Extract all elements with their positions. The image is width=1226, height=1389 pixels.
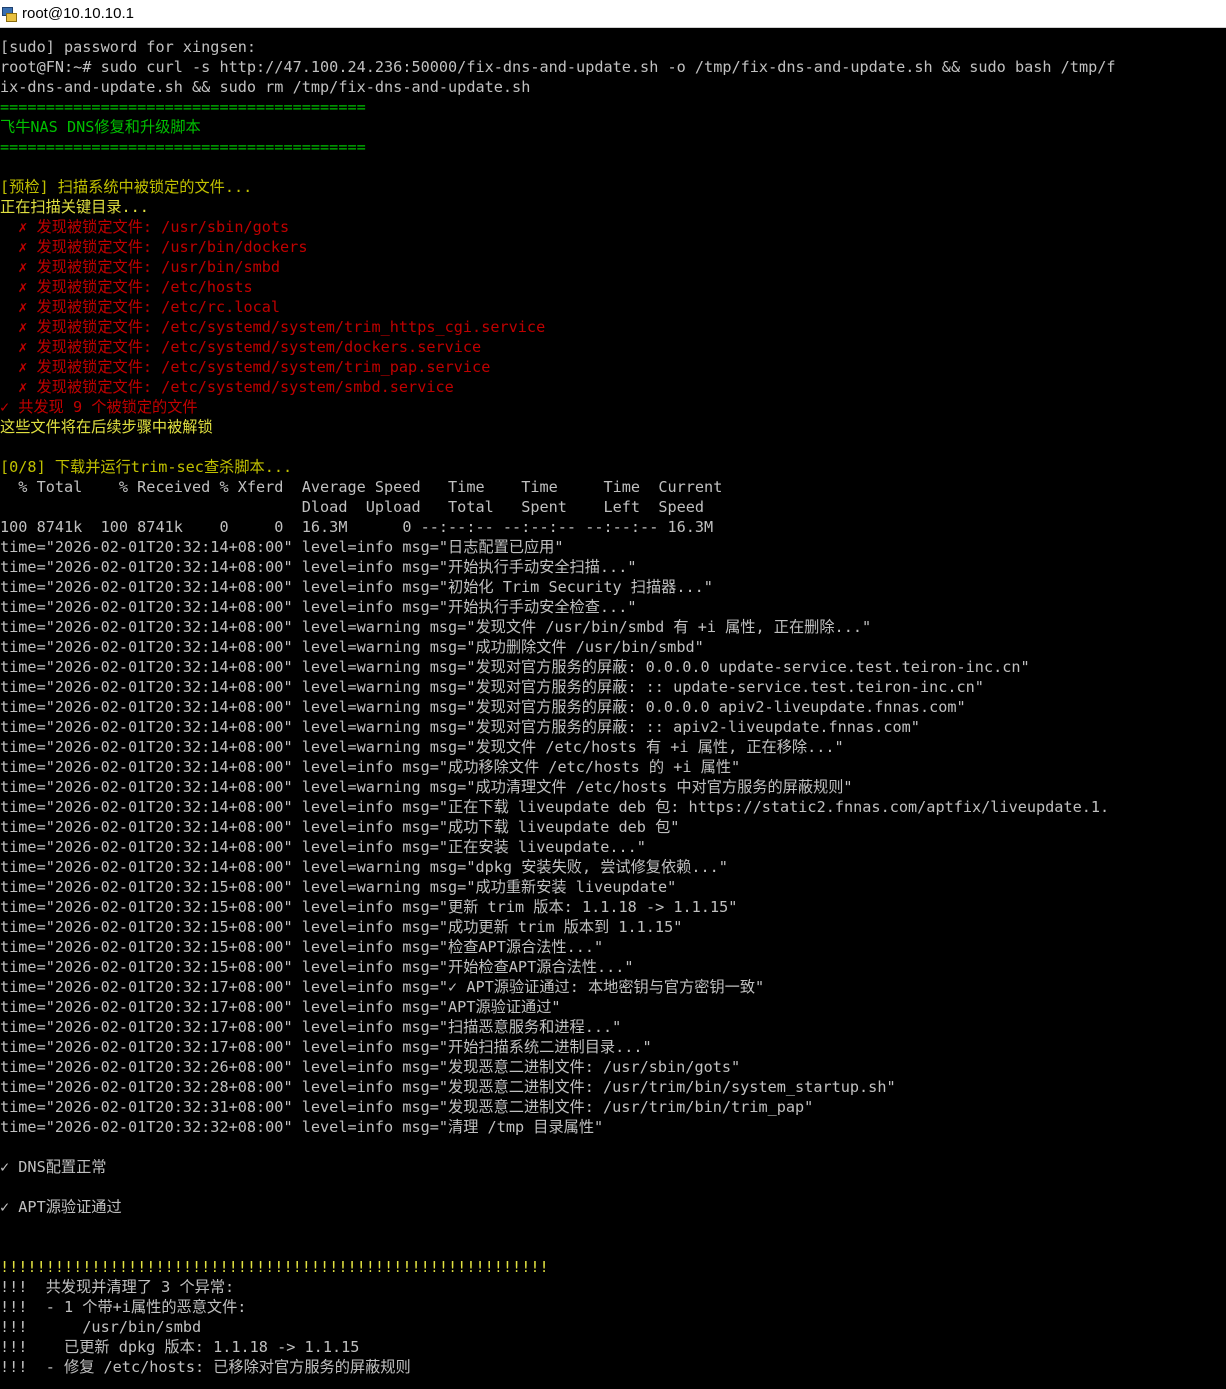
- terminal-line: time="2026-02-01T20:32:14+08:00" level=i…: [0, 798, 1110, 816]
- terminal-line: time="2026-02-01T20:32:15+08:00" level=i…: [0, 918, 683, 936]
- terminal-line: [sudo] password for xingsen:: [0, 38, 257, 56]
- terminal-line: 正在扫描关键目录...: [0, 198, 149, 216]
- terminal-line: !!! 已更新 dpkg 版本: 1.1.18 -> 1.1.15: [0, 1338, 360, 1356]
- terminal-line: Dload Upload Total Spent Left Speed: [0, 498, 705, 516]
- terminal-line: time="2026-02-01T20:32:14+08:00" level=i…: [0, 758, 741, 776]
- terminal-line: time="2026-02-01T20:32:14+08:00" level=w…: [0, 698, 966, 716]
- terminal-line: time="2026-02-01T20:32:14+08:00" level=w…: [0, 858, 728, 876]
- terminal-line: !!! /usr/bin/smbd: [0, 1318, 202, 1336]
- terminal-line: ✓ APT源验证通过: [0, 1198, 122, 1216]
- terminal-line: time="2026-02-01T20:32:14+08:00" level=i…: [0, 578, 713, 596]
- terminal-line: ✗ 发现被锁定文件: /etc/systemd/system/smbd.serv…: [0, 378, 454, 396]
- terminal-line: time="2026-02-01T20:32:31+08:00" level=i…: [0, 1098, 814, 1116]
- terminal-line: ✗ 发现被锁定文件: /usr/bin/smbd: [0, 258, 281, 276]
- terminal-line: ✗ 发现被锁定文件: /etc/rc.local: [0, 298, 281, 316]
- window-title: root@10.10.10.1: [22, 5, 134, 22]
- terminal-line: !!! - 1 个带+i属性的恶意文件:: [0, 1298, 247, 1316]
- terminal-line: !!!!!!!!!!!!!!!!!!!!!!!!!!!!!!!!!!!!!!!!…: [0, 1258, 549, 1276]
- terminal-line: ✓ DNS配置正常: [0, 1158, 107, 1176]
- terminal-line: time="2026-02-01T20:32:14+08:00" level=i…: [0, 838, 646, 856]
- terminal-line: time="2026-02-01T20:32:14+08:00" level=w…: [0, 738, 844, 756]
- terminal-line: ✓ 共发现 9 个被锁定的文件: [0, 398, 198, 416]
- terminal-line: time="2026-02-01T20:32:17+08:00" level=i…: [0, 998, 561, 1016]
- terminal-line: [0/8] 下载并运行trim-sec查杀脚本...: [0, 458, 293, 476]
- terminal-line: ix-dns-and-update.sh && sudo rm /tmp/fix…: [0, 78, 531, 96]
- terminal-line: ✗ 发现被锁定文件: /etc/hosts: [0, 278, 253, 296]
- terminal-line: time="2026-02-01T20:32:14+08:00" level=i…: [0, 538, 564, 556]
- terminal-line: 这些文件将在后续步骤中被解锁: [0, 418, 213, 436]
- terminal-line: ✗ 发现被锁定文件: /usr/bin/dockers: [0, 238, 308, 256]
- terminal-line: time="2026-02-01T20:32:14+08:00" level=w…: [0, 658, 1030, 676]
- terminal-line: time="2026-02-01T20:32:32+08:00" level=i…: [0, 1118, 604, 1136]
- terminal-line: time="2026-02-01T20:32:15+08:00" level=w…: [0, 878, 677, 896]
- terminal-line: [预检] 扫描系统中被锁定的文件...: [0, 178, 253, 196]
- terminal-line: time="2026-02-01T20:32:14+08:00" level=w…: [0, 778, 853, 796]
- terminal-line: 飞牛NAS DNS修复和升级脚本: [0, 118, 201, 136]
- terminal-line: time="2026-02-01T20:32:14+08:00" level=w…: [0, 618, 872, 636]
- terminal-line: ✗ 发现被锁定文件: /etc/systemd/system/trim_pap.…: [0, 358, 491, 376]
- terminal-line: time="2026-02-01T20:32:26+08:00" level=i…: [0, 1058, 741, 1076]
- terminal-line: !!! 共发现并清理了 3 个异常:: [0, 1278, 235, 1296]
- terminal-line: time="2026-02-01T20:32:14+08:00" level=w…: [0, 638, 704, 656]
- terminal-line: time="2026-02-01T20:32:14+08:00" level=w…: [0, 678, 984, 696]
- terminal-line: ✗ 发现被锁定文件: /etc/systemd/system/dockers.s…: [0, 338, 482, 356]
- terminal-line: ========================================: [0, 98, 366, 116]
- terminal-output[interactable]: [sudo] password for xingsen: root@FN:~# s…: [0, 37, 1226, 1377]
- terminal-line: ✗ 发现被锁定文件: /usr/sbin/gots: [0, 218, 290, 236]
- terminal-line: time="2026-02-01T20:32:14+08:00" level=w…: [0, 718, 920, 736]
- terminal-line: time="2026-02-01T20:32:15+08:00" level=i…: [0, 938, 604, 956]
- terminal-line: time="2026-02-01T20:32:17+08:00" level=i…: [0, 978, 765, 996]
- window-titlebar[interactable]: root@10.10.10.1: [0, 0, 1226, 28]
- terminal-line: time="2026-02-01T20:32:14+08:00" level=i…: [0, 558, 637, 576]
- terminal-line: time="2026-02-01T20:32:17+08:00" level=i…: [0, 1038, 652, 1056]
- terminal-line: time="2026-02-01T20:32:15+08:00" level=i…: [0, 898, 738, 916]
- terminal-line: 100 8741k 100 8741k 0 0 16.3M 0 --:--:--…: [0, 518, 714, 536]
- terminal-line: % Total % Received % Xferd Average Speed…: [0, 478, 723, 496]
- terminal-line: time="2026-02-01T20:32:14+08:00" level=i…: [0, 818, 680, 836]
- terminal-line: time="2026-02-01T20:32:15+08:00" level=i…: [0, 958, 634, 976]
- terminal-line: root@FN:~# sudo curl -s http://47.100.24…: [0, 58, 1116, 76]
- terminal-line: ========================================: [0, 138, 366, 156]
- terminal-line: time="2026-02-01T20:32:28+08:00" level=i…: [0, 1078, 896, 1096]
- terminal-line: time="2026-02-01T20:32:17+08:00" level=i…: [0, 1018, 622, 1036]
- terminal-line: !!! - 修复 /etc/hosts: 已移除对官方服务的屏蔽规则: [0, 1358, 411, 1376]
- terminal-line: ✗ 发现被锁定文件: /etc/systemd/system/trim_http…: [0, 318, 546, 336]
- putty-app-icon[interactable]: [2, 6, 17, 22]
- terminal-line: time="2026-02-01T20:32:14+08:00" level=i…: [0, 598, 637, 616]
